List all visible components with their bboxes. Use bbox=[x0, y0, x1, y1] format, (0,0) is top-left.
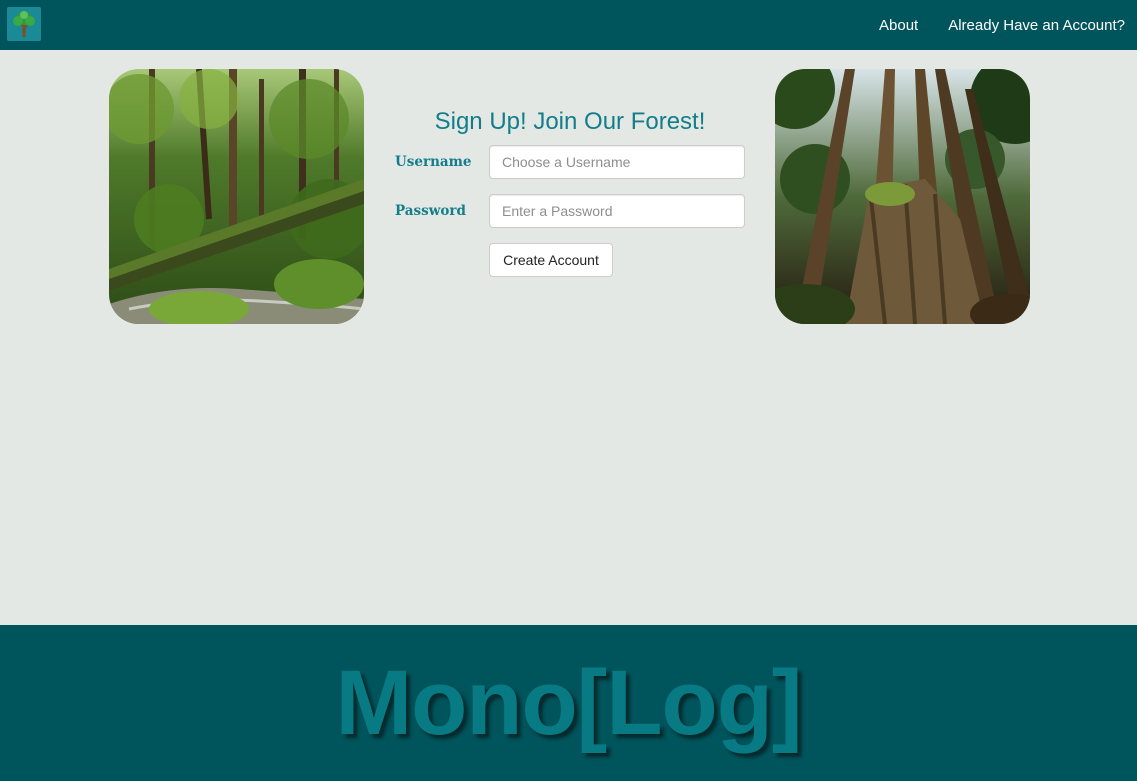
tree-logo-icon[interactable] bbox=[7, 7, 41, 41]
footer-brand: Mono[Log] bbox=[335, 652, 802, 754]
password-input[interactable] bbox=[489, 194, 745, 228]
create-account-button[interactable]: Create Account bbox=[489, 243, 613, 277]
top-navbar: About Already Have an Account? bbox=[0, 0, 1137, 50]
password-label: Password bbox=[395, 203, 466, 219]
footer: Mono[Log] bbox=[0, 625, 1137, 781]
username-input[interactable] bbox=[489, 145, 745, 179]
signup-title: Sign Up! Join Our Forest! bbox=[434, 108, 706, 135]
login-link[interactable]: Already Have an Account? bbox=[948, 18, 1125, 33]
nav-links: About Already Have an Account? bbox=[849, 0, 1125, 50]
redwood-stump-photo bbox=[775, 69, 1030, 324]
about-link[interactable]: About bbox=[879, 18, 918, 33]
username-label: Username bbox=[395, 154, 472, 170]
forest-stream-photo bbox=[109, 69, 364, 324]
